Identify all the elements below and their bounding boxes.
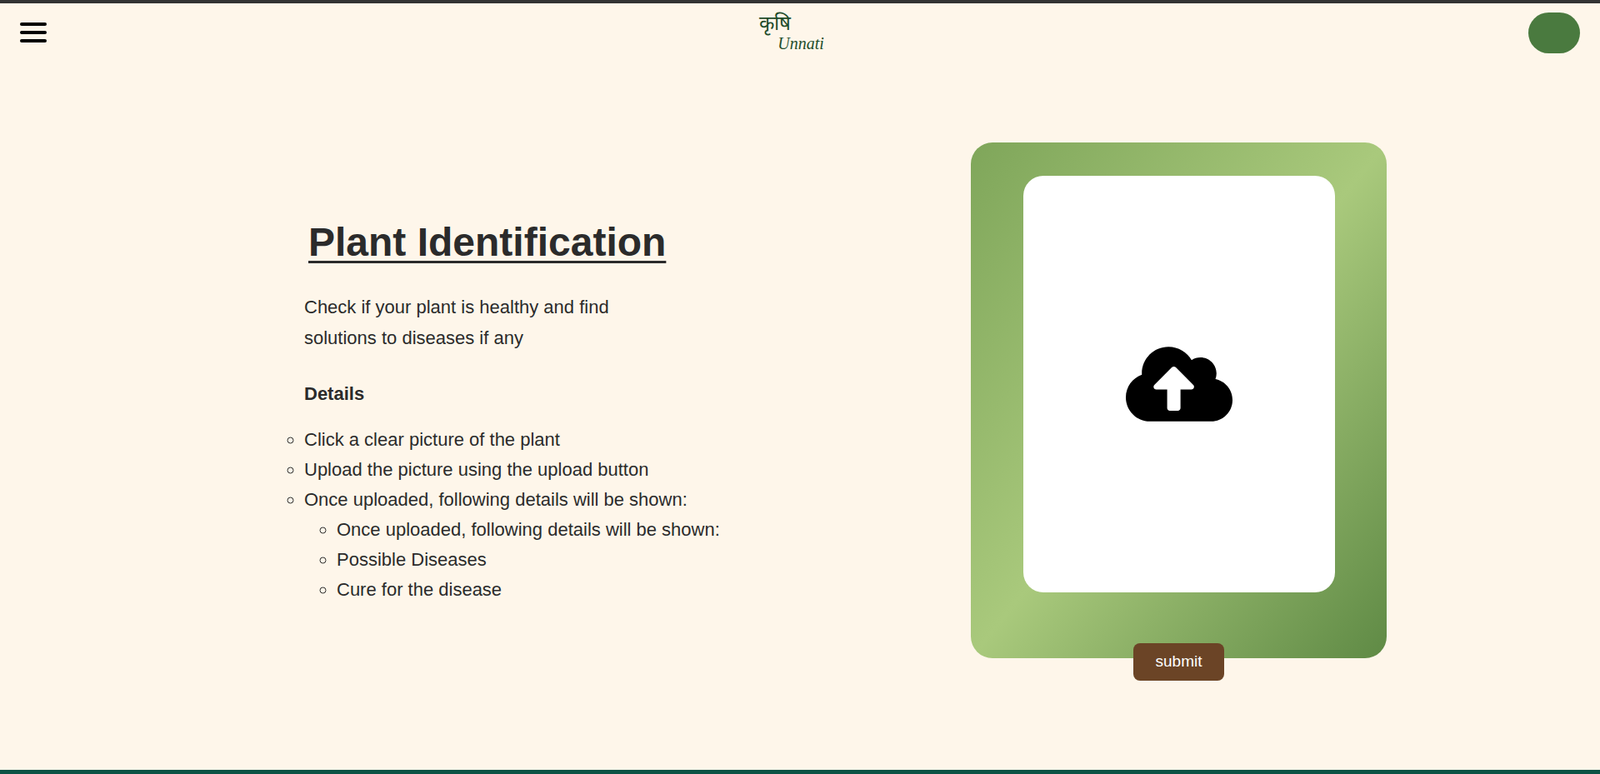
step-item: Once uploaded, following details will be… bbox=[304, 485, 971, 605]
sub-list: Once uploaded, following details will be… bbox=[304, 515, 971, 605]
menu-button[interactable] bbox=[20, 20, 47, 45]
sub-item: Once uploaded, following details will be… bbox=[336, 515, 971, 545]
logo-script: कृषि bbox=[759, 12, 825, 35]
sub-item: Cure for the disease bbox=[336, 575, 971, 605]
menu-bar-icon bbox=[20, 39, 47, 43]
step-item: Click a clear picture of the plant bbox=[304, 425, 971, 455]
logo[interactable]: कृषिUnnati bbox=[759, 12, 825, 53]
menu-bar-icon bbox=[20, 30, 47, 35]
profile-avatar[interactable] bbox=[1528, 12, 1580, 54]
footer-strip bbox=[0, 770, 1600, 774]
leaf-photo bbox=[970, 142, 1387, 659]
main: Plant Identification Check if your plant … bbox=[0, 61, 1600, 681]
submit-button[interactable]: submit bbox=[1133, 643, 1225, 681]
page-description: Check if your plant is healthy and find … bbox=[304, 291, 671, 354]
upload-dropzone[interactable] bbox=[1023, 175, 1335, 593]
sub-item: Possible Diseases bbox=[336, 545, 971, 575]
details-heading: Details bbox=[304, 381, 971, 407]
info-section: Plant Identification Check if your plant … bbox=[304, 218, 971, 605]
steps-list: Click a clear picture of the plantUpload… bbox=[304, 425, 971, 605]
logo-name: Unnati bbox=[777, 34, 825, 53]
step-item: Upload the picture using the upload butt… bbox=[304, 455, 971, 485]
page-title: Plant Identification bbox=[308, 218, 971, 267]
cloud-upload-icon bbox=[1125, 330, 1233, 438]
menu-bar-icon bbox=[20, 22, 47, 26]
page: कृषिUnnati Plant Identification Check if y… bbox=[0, 0, 1600, 774]
header: कृषिUnnati bbox=[0, 3, 1600, 62]
upload-section: submit bbox=[970, 142, 1387, 681]
top-border bbox=[0, 0, 1600, 4]
